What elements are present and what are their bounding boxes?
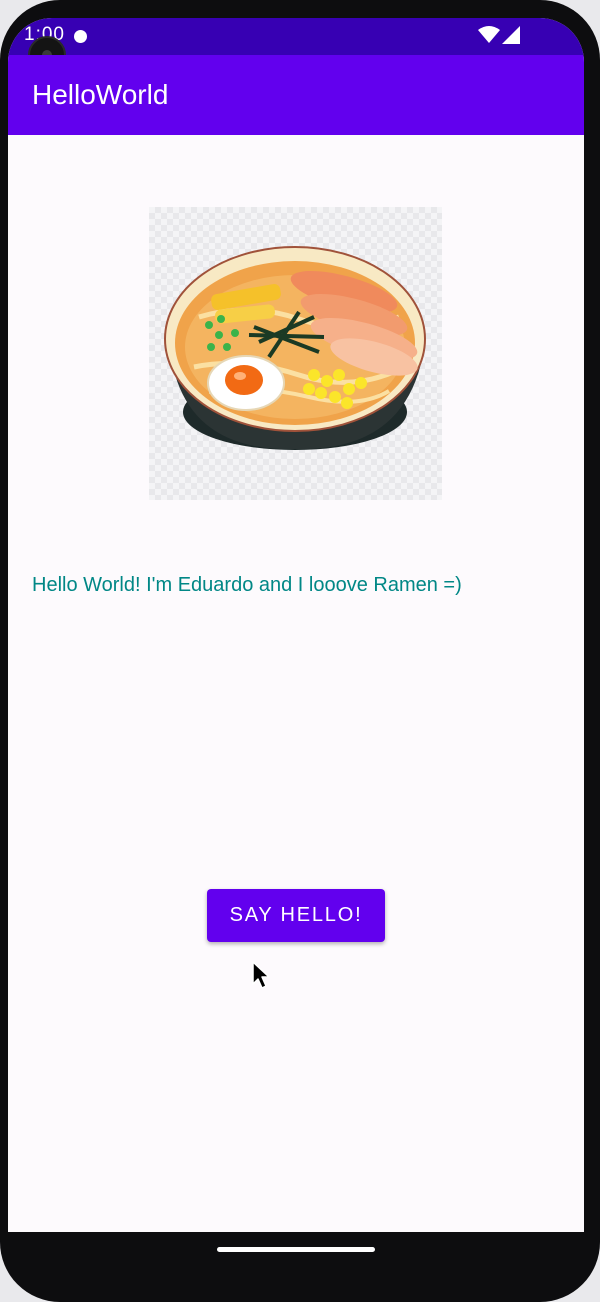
ramen-bowl-illustration [164,246,426,450]
say-hello-button[interactable]: SAY HELLO! [207,889,385,942]
signal-icon [502,26,520,44]
navigation-bar [8,1232,584,1284]
home-handle[interactable] [217,1247,375,1252]
screen: 1:00 HelloWorld Hello World! I'm Eduardo… [8,18,584,1284]
app-title: HelloWorld [32,79,169,110]
wifi-icon [478,26,500,43]
phone-frame: 1:00 HelloWorld Hello World! I'm Eduardo… [0,0,600,1302]
ramen-image [149,207,442,500]
status-bar: 1:00 [8,18,584,55]
greeting-text: Hello World! I'm Eduardo and I looove Ra… [32,574,462,596]
mouse-cursor-icon [252,961,270,989]
notification-icon [74,30,87,43]
app-bar: HelloWorld [8,55,584,135]
